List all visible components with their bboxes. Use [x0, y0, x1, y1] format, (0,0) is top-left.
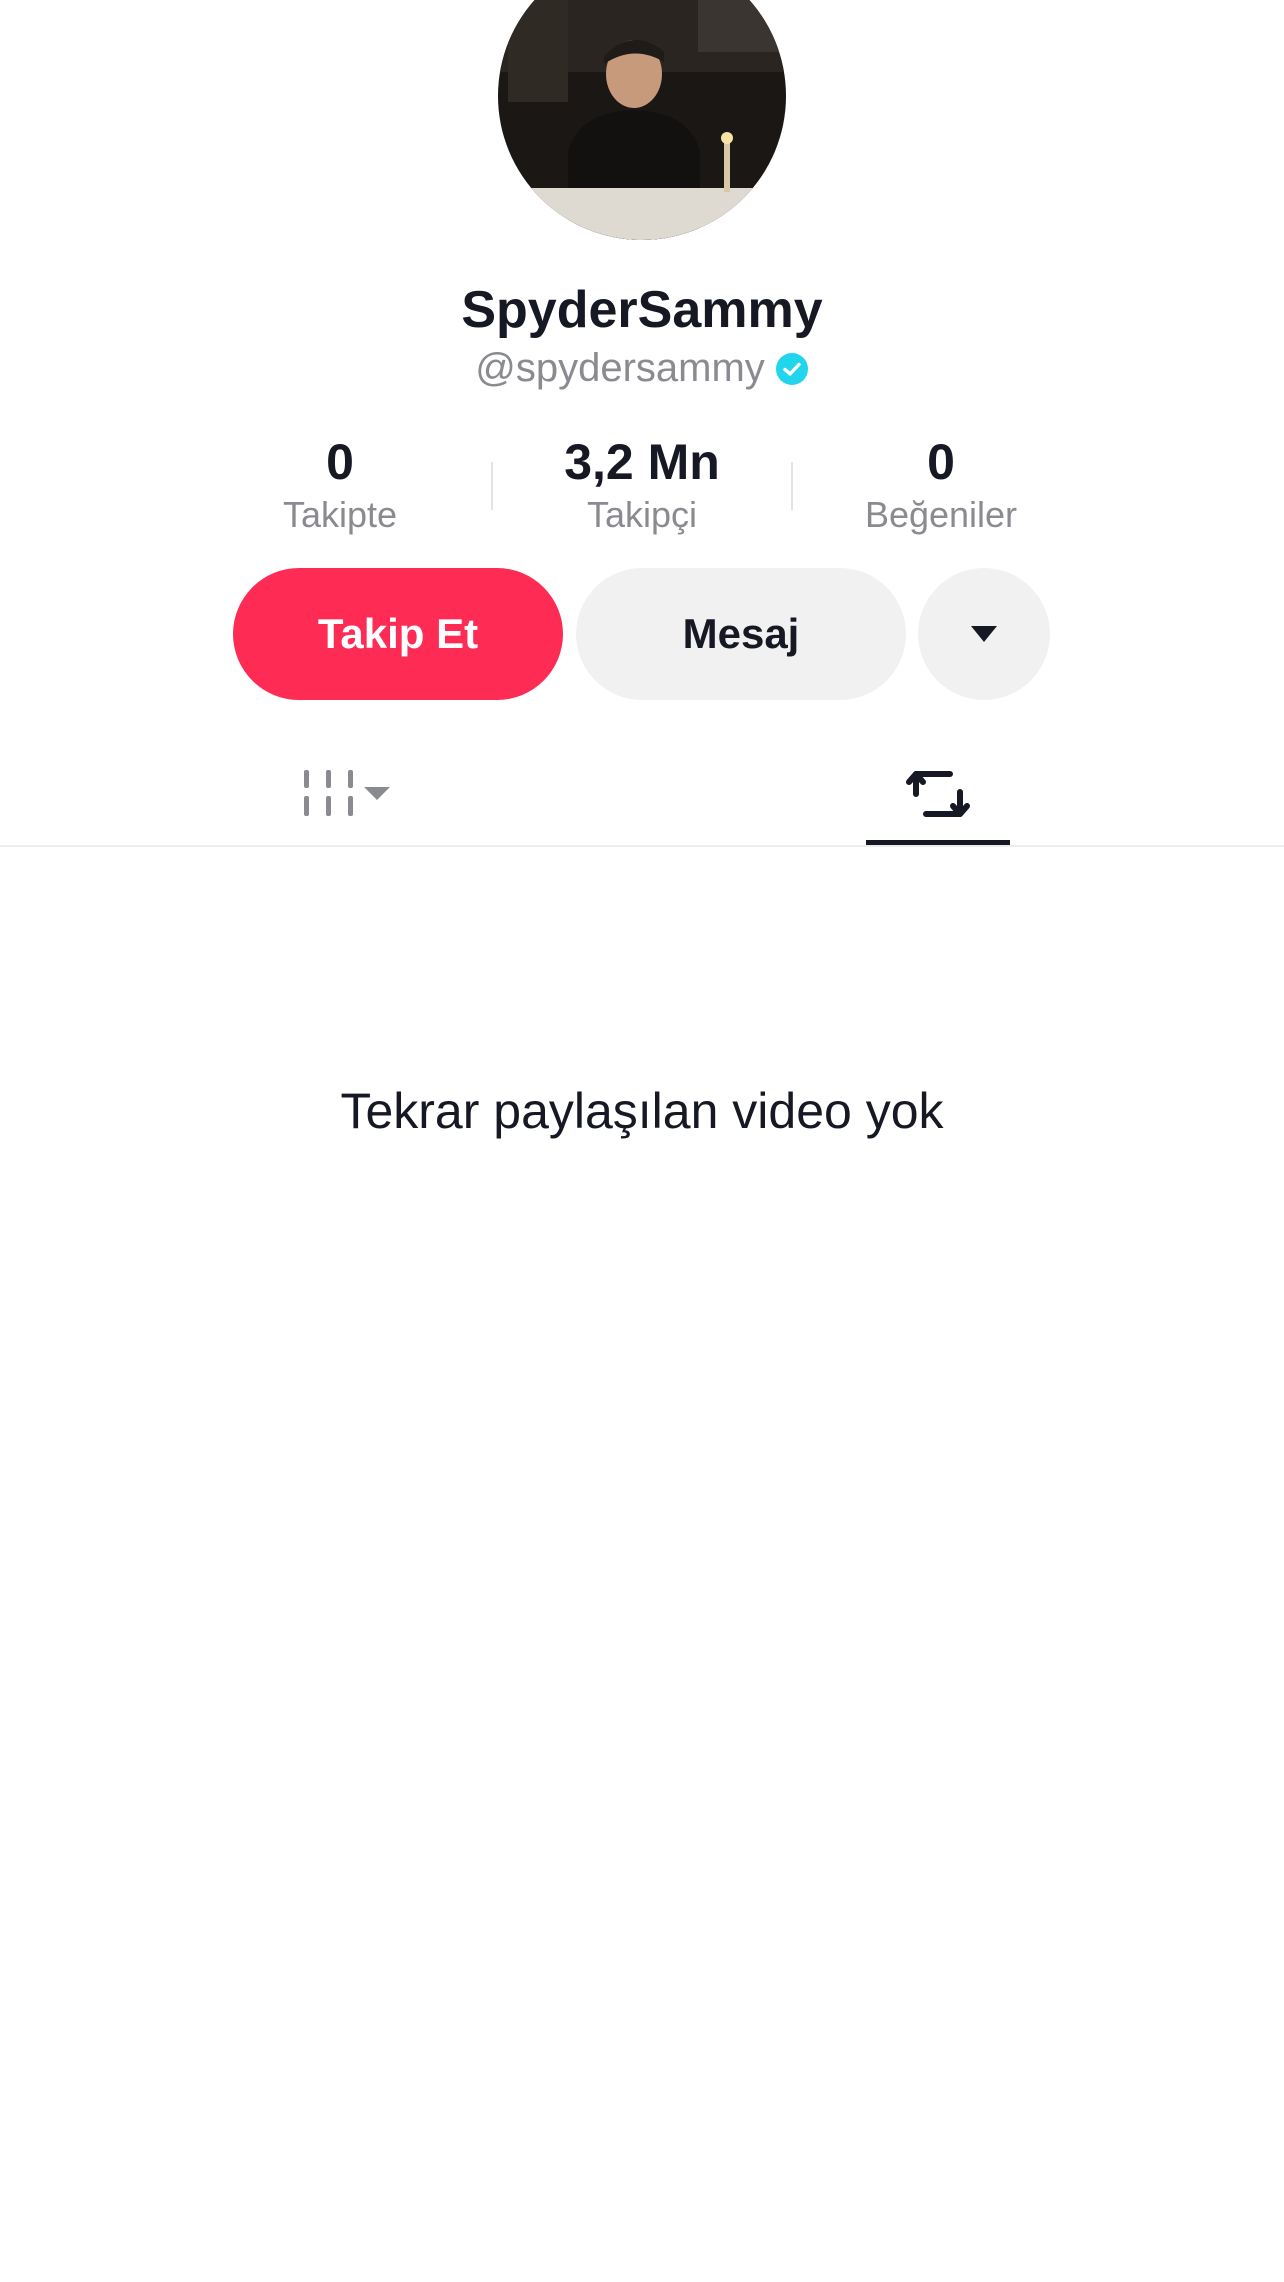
- handle-row: @spydersammy: [0, 346, 1284, 391]
- videos-grid-icon: [304, 770, 390, 816]
- repost-icon: [906, 771, 970, 817]
- follow-button[interactable]: Takip Et: [233, 568, 563, 700]
- stat-likes-value: 0: [927, 434, 955, 490]
- caret-down-icon: [971, 626, 997, 642]
- avatar-photo: [498, 0, 786, 240]
- profile-actions: Takip Et Mesaj: [0, 568, 1284, 700]
- message-button[interactable]: Mesaj: [576, 568, 906, 700]
- stat-followers-value: 3,2 Mn: [564, 434, 720, 490]
- profile-stats: 0 Takipte 3,2 Mn Takipçi 0 Beğeniler: [0, 432, 1284, 542]
- chevron-down-icon: [364, 787, 390, 800]
- profile-tabs: [0, 742, 1284, 846]
- verified-badge-icon: [775, 352, 809, 386]
- stat-followers-label: Takipçi: [586, 494, 698, 535]
- stat-likes[interactable]: 0 Beğeniler: [791, 432, 1091, 538]
- tab-videos[interactable]: [290, 742, 400, 846]
- profile-avatar[interactable]: [498, 0, 786, 240]
- more-options-button[interactable]: [918, 568, 1050, 700]
- stat-likes-label: Beğeniler: [864, 494, 1018, 535]
- display-name: SpyderSammy: [461, 281, 823, 339]
- stat-following-label: Takipte: [282, 494, 398, 535]
- empty-state-message: Tekrar paylaşılan video yok: [340, 1083, 944, 1139]
- tab-reposts[interactable]: [866, 742, 1010, 846]
- stat-following-value: 0: [326, 434, 354, 490]
- username-handle: @spydersammy: [475, 346, 765, 390]
- stat-followers[interactable]: 3,2 Mn Takipçi: [492, 432, 792, 538]
- tabs-divider: [0, 845, 1284, 847]
- stat-following[interactable]: 0 Takipte: [190, 432, 490, 538]
